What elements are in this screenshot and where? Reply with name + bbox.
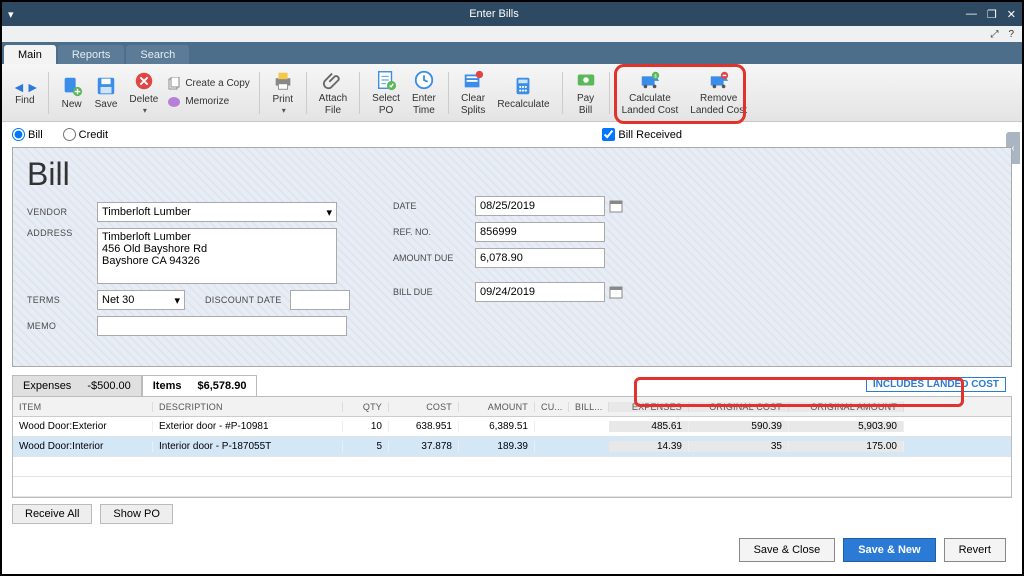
memo-field[interactable] [97,316,347,336]
enter-time-button[interactable]: Enter Time [406,67,442,119]
chevron-down-icon: ▾ [174,294,180,307]
bill-received-checkbox[interactable]: Bill Received [602,128,682,141]
calculate-landed-cost-button[interactable]: $Calculate Landed Cost [616,67,685,119]
bill-due-field[interactable] [475,282,605,302]
discount-date-field[interactable] [290,290,350,310]
receive-all-button[interactable]: Receive All [12,504,92,524]
pay-bill-button[interactable]: Pay Bill [569,67,603,119]
vendor-select[interactable]: Timberloft Lumber▾ [97,202,337,222]
memorize-icon [167,95,181,109]
table-row[interactable]: Wood Door:ExteriorExterior door - #P-109… [13,417,1011,437]
maximize-icon[interactable]: ❐ [987,8,997,21]
create-copy-button[interactable]: Create a Copy [164,76,252,92]
amount-due-field[interactable] [475,248,605,268]
calculator-icon [512,75,534,97]
bill-form: Bill Vendor Timberloft Lumber▾ Address T… [12,147,1012,367]
clear-splits-icon [462,69,484,91]
new-icon [61,75,83,97]
items-grid: Item Description Qty Cost Amount Cu... B… [12,396,1012,498]
table-row[interactable] [13,477,1011,497]
address-textarea[interactable]: Timberloft Lumber 456 Old Bayshore Rd Ba… [97,228,337,284]
expand-icon[interactable]: ⤢ [990,29,998,40]
bill-radio[interactable]: Bill [12,128,43,141]
calendar-icon[interactable] [609,285,623,299]
attach-file-button[interactable]: Attach File [313,67,353,119]
find-button[interactable]: ◄ ► Find [8,77,42,108]
grid-header: Item Description Qty Cost Amount Cu... B… [13,397,1011,417]
save-new-button[interactable]: Save & New [843,538,935,562]
show-po-button[interactable]: Show PO [100,504,172,524]
table-row[interactable] [13,457,1011,477]
clock-icon [413,69,435,91]
minimize-icon[interactable]: — [966,8,977,21]
window-title: Enter Bills [22,8,966,20]
chevron-down-icon: ▾ [326,206,332,219]
nav-arrows-icon: ◄ ► [12,79,38,95]
tab-reports[interactable]: Reports [58,45,125,64]
table-row[interactable]: Wood Door:InteriorInterior door - P-1870… [13,437,1011,457]
recalculate-button[interactable]: Recalculate [491,73,555,113]
help-icon[interactable]: ? [1008,29,1014,40]
ref-no-field[interactable] [475,222,605,242]
pay-bill-icon [575,69,597,91]
copy-icon [167,77,181,91]
save-icon [95,75,117,97]
delete-button[interactable]: Delete [123,68,164,118]
select-po-icon [375,69,397,91]
tab-main[interactable]: Main [4,45,56,64]
delete-icon [133,70,155,92]
save-close-button[interactable]: Save & Close [739,538,836,562]
memorize-button[interactable]: Memorize [164,94,252,110]
remove-landed-icon [708,69,730,91]
window-titlebar: ▾ Enter Bills — ❐ ✕ [2,2,1022,26]
print-button[interactable]: Print [266,68,300,118]
tab-search[interactable]: Search [126,45,189,64]
items-subtab[interactable]: Items$6,578.90 [142,375,258,396]
expenses-subtab[interactable]: Expenses-$500.00 [12,375,142,396]
includes-landed-cost-badge: INCLUDES LANDED COST [866,377,1006,392]
revert-button[interactable]: Revert [944,538,1006,562]
credit-radio[interactable]: Credit [63,128,108,141]
app-menu-icon[interactable]: ▾ [8,8,22,21]
clear-splits-button[interactable]: Clear Splits [455,67,491,119]
bill-heading: Bill [27,156,997,193]
secondary-bar: ⤢ ? [2,26,1022,42]
remove-landed-cost-button[interactable]: Remove Landed Cost [684,67,753,119]
terms-select[interactable]: Net 30▾ [97,290,185,310]
ribbon: ◄ ► Find New Save Delete Create a Copy M… [2,64,1022,122]
date-field[interactable] [475,196,605,216]
calc-landed-icon: $ [639,69,661,91]
new-button[interactable]: New [55,73,89,113]
ribbon-tabs: Main Reports Search [2,42,1022,64]
paperclip-icon [322,69,344,91]
print-icon [272,70,294,92]
close-icon[interactable]: ✕ [1007,8,1016,21]
calendar-icon[interactable] [609,199,623,213]
select-po-button[interactable]: Select PO [366,67,406,119]
save-button[interactable]: Save [89,73,124,113]
